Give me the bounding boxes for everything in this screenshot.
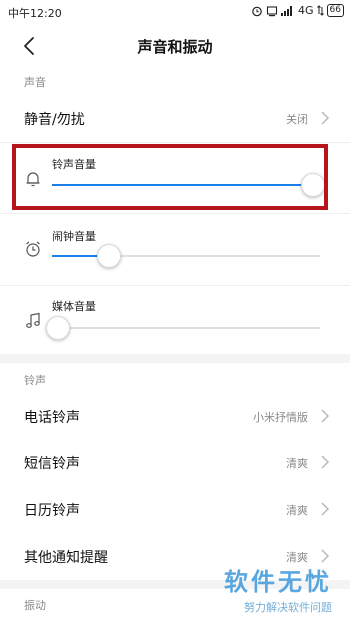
dnd-label: 静音/勿扰 [24,112,85,128]
ringtone-volume-label: 铃声音量 [52,158,96,171]
chevron-right-icon [321,409,329,423]
section-header-sound: 声音 [24,76,46,89]
media-volume-thumb[interactable] [46,316,71,340]
alarm-volume-slider[interactable] [52,244,320,268]
cast-icon [266,5,278,16]
status-icons: 4G 66 [251,4,344,17]
watermark-main: 软件无忧 [224,568,332,596]
sms-ringtone-value: 清爽 [286,457,308,470]
ringtone-volume-fill [52,184,312,186]
alarm-clock-icon [26,241,40,257]
media-volume-slider[interactable] [46,316,320,340]
alarm-volume-row: 闹钟音量 [0,218,350,288]
media-volume-row: 媒体音量 [0,288,350,358]
divider [0,213,350,214]
alarm-volume-label: 闹钟音量 [52,230,96,243]
sms-ringtone-row[interactable]: 短信铃声 清爽 [0,440,350,486]
dnd-row[interactable]: 静音/勿扰 关闭 [0,96,350,142]
calendar-ringtone-row[interactable]: 日历铃声 清爽 [0,487,350,533]
data-arrows-icon [316,5,324,16]
page-title: 声音和振动 [137,38,213,56]
section-header-vibration: 振动 [24,599,46,612]
phone-ringtone-label: 电话铃声 [24,410,80,426]
battery-indicator: 66 [326,4,344,17]
watermark: 软件无忧 努力解决软件问题 [224,562,332,615]
media-volume-label: 媒体音量 [52,300,96,313]
section-header-ringtone: 铃声 [24,374,46,387]
chevron-right-icon [321,502,329,516]
phone-ringtone-row[interactable]: 电话铃声 小米抒情版 [0,394,350,440]
status-bar: 中午12:20 4G 66 [0,0,350,24]
status-time: 中午12:20 [8,7,62,20]
calendar-ringtone-value: 清爽 [286,504,308,517]
watermark-sub: 努力解决软件问题 [244,601,332,614]
other-notifications-label: 其他通知提醒 [24,550,108,566]
divider [0,142,350,143]
app-bar: 声音和振动 [0,24,350,68]
music-note-icon [26,312,40,328]
alarm-volume-thumb[interactable] [97,244,122,268]
section-gap [0,354,350,363]
ringtone-volume-slider[interactable] [52,173,325,197]
bell-icon [26,172,40,187]
signal-icon [281,6,293,16]
divider [0,285,350,286]
chevron-right-icon [321,111,329,125]
sms-ringtone-label: 短信铃声 [24,456,80,472]
phone-ringtone-value: 小米抒情版 [253,411,308,424]
chevron-right-icon [321,455,329,469]
calendar-ringtone-label: 日历铃声 [24,503,80,519]
ringtone-volume-row: 铃声音量 [0,144,350,214]
ringtone-volume-thumb[interactable] [300,173,325,197]
chevron-right-icon [321,549,329,563]
alarm-clock-icon [252,6,262,16]
dnd-value: 关闭 [286,113,308,126]
network-type: 4G [298,4,314,17]
